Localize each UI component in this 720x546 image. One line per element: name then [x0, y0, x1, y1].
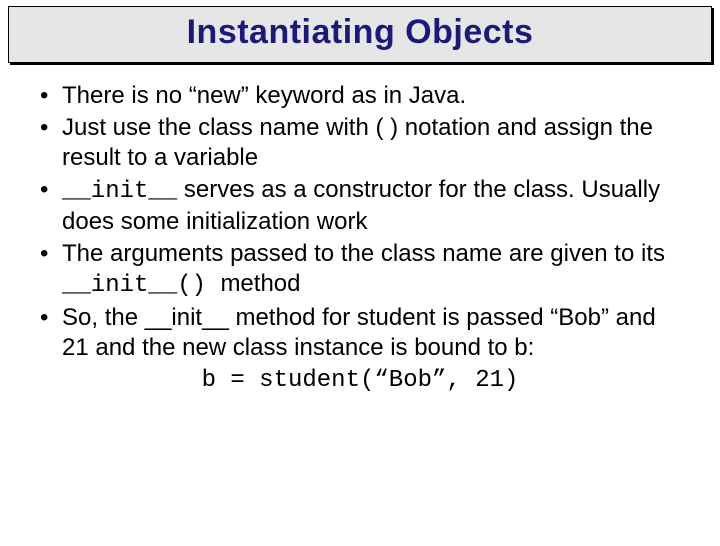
list-item: There is no “new” keyword as in Java.	[40, 81, 680, 111]
bullet-list: There is no “new” keyword as in Java. Ju…	[40, 81, 680, 363]
list-item: __init__ serves as a constructor for the…	[40, 175, 680, 237]
slide: Instantiating Objects There is no “new” …	[0, 6, 720, 546]
bullet-text: method	[220, 270, 300, 297]
bullet-text: So, the __init__ method for student is p…	[62, 304, 656, 361]
title-bar: Instantiating Objects	[8, 6, 712, 63]
slide-content: There is no “new” keyword as in Java. Ju…	[40, 81, 680, 394]
bullet-text: There is no “new” keyword as in Java.	[62, 82, 466, 109]
bullet-text: The arguments passed to the class name a…	[62, 240, 665, 267]
code-example: b = student(“Bob”, 21)	[40, 367, 680, 394]
list-item: So, the __init__ method for student is p…	[40, 303, 680, 363]
list-item: Just use the class name with ( ) notatio…	[40, 113, 680, 173]
bullet-text: Just use the class name with ( ) notatio…	[62, 114, 653, 171]
slide-title: Instantiating Objects	[187, 13, 534, 51]
list-item: The arguments passed to the class name a…	[40, 239, 680, 301]
code-inline: __init__	[62, 178, 177, 205]
code-inline: __init__()	[62, 272, 220, 299]
